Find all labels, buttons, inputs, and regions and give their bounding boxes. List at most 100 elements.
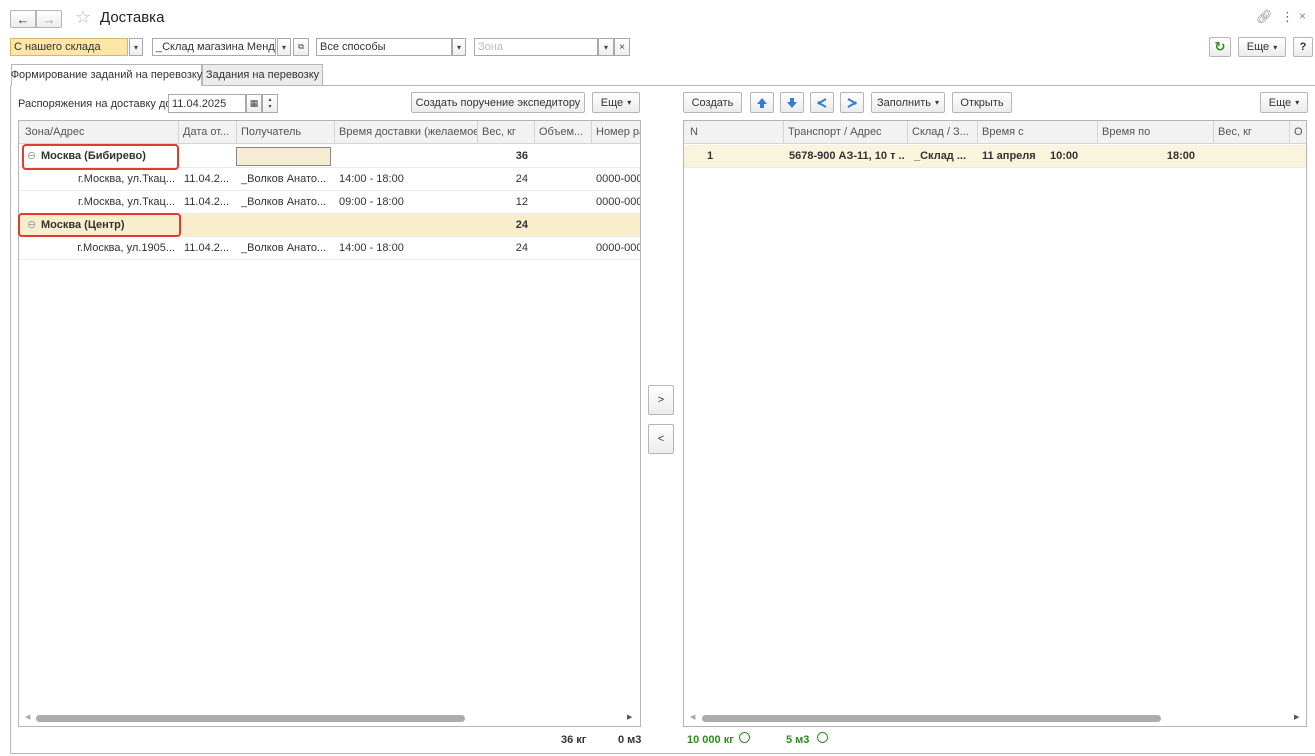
date-label: Распоряжения на доставку до:: [18, 98, 175, 110]
warehouse-select[interactable]: _Склад магазина Мендел: [152, 38, 276, 56]
move-left-label: <: [657, 433, 665, 445]
split-button[interactable]: [810, 92, 834, 113]
col-zone-address[interactable]: Зона/Адрес: [19, 121, 179, 144]
right-more-button-label: Еще: [1268, 96, 1292, 109]
arrow-left-icon: ←: [16, 11, 30, 27]
link-icon[interactable]: 🔗︎: [1256, 9, 1273, 25]
row-time-from: 10:00: [1050, 150, 1079, 162]
open-window-icon: ⧉: [298, 42, 304, 51]
row-n: 1: [707, 150, 714, 162]
col-weight[interactable]: Вес, кг: [1214, 121, 1290, 144]
forward-button[interactable]: →: [36, 10, 62, 28]
col-time-to[interactable]: Время по: [1098, 121, 1214, 144]
right-more-button[interactable]: Еще ▾: [1260, 92, 1308, 113]
tab-tasks[interactable]: Задания на перевозку: [202, 64, 323, 85]
calendar-icon: ▦: [249, 98, 259, 108]
horizontal-scrollbar[interactable]: [36, 715, 465, 722]
fill-button[interactable]: Заполнить ▾: [871, 92, 945, 113]
left-more-button[interactable]: Еще ▾: [592, 92, 640, 113]
favorite-star-icon[interactable]: ☆: [75, 7, 91, 28]
source-select-value: С нашего склада: [14, 41, 101, 53]
move-down-button[interactable]: [780, 92, 804, 113]
back-button[interactable]: ←: [10, 10, 36, 28]
row-recipient: _Волков Анато...: [241, 242, 327, 254]
col-date[interactable]: Дата от...: [179, 121, 237, 144]
help-button[interactable]: ?: [1293, 37, 1313, 57]
volume-status-icon: [817, 732, 828, 743]
calendar-button[interactable]: ▦: [246, 94, 262, 113]
tab-form-tasks-label: Формирование заданий на перевозку: [10, 69, 203, 81]
menu-dots-icon[interactable]: ⋮: [1281, 9, 1294, 25]
col-n[interactable]: N: [684, 121, 784, 144]
title-bar: ← → ☆ Доставка 🔗︎ ⋮ ×: [0, 0, 1315, 34]
row-warehouse: _Склад ...: [914, 150, 967, 162]
split-icon: [816, 97, 827, 108]
highlight-box: [18, 213, 181, 237]
warehouse-open-button[interactable]: ⧉: [293, 38, 309, 56]
row-transport: 5678-900 АЗ-11, 10 т ...: [789, 150, 905, 162]
more-button[interactable]: Еще ▾: [1238, 37, 1286, 57]
chevron-down-icon: ▾: [935, 98, 940, 107]
arrow-up-icon: [757, 97, 767, 108]
scroll-right-icon[interactable]: ▶: [627, 713, 632, 721]
selected-cell[interactable]: [236, 147, 331, 166]
horizontal-scrollbar[interactable]: [702, 715, 1161, 722]
warehouse-select-value: _Склад магазина Мендел: [156, 41, 276, 53]
row-date: 11.04.2...: [184, 242, 230, 254]
right-footer-weight: 10 000 кг: [687, 734, 734, 746]
row-number: 0000-000: [596, 173, 641, 185]
col-recipient[interactable]: Получатель: [237, 121, 335, 144]
col-volume[interactable]: Объем...: [535, 121, 592, 144]
date-input[interactable]: 11.04.2025: [168, 94, 246, 113]
date-stepper[interactable]: ▴ ▾: [262, 94, 278, 113]
col-warehouse[interactable]: Склад / З...: [908, 121, 978, 144]
merge-button[interactable]: [840, 92, 864, 113]
source-dropdown-button[interactable]: ▾: [129, 38, 143, 56]
source-select[interactable]: С нашего склада: [10, 38, 128, 56]
refresh-button[interactable]: ↻: [1209, 37, 1231, 57]
chevron-down-icon: ▾: [627, 98, 632, 107]
step-down-icon: ▾: [268, 103, 272, 110]
chevron-down-icon: ▾: [1295, 98, 1300, 107]
open-button[interactable]: Открыть: [952, 92, 1012, 113]
deliveries-table-header: Зона/Адрес Дата от... Получатель Время д…: [19, 121, 640, 144]
zone-placeholder: Зона: [478, 41, 503, 53]
col-weight[interactable]: Вес, кг: [478, 121, 535, 144]
chevron-down-icon: ▾: [133, 42, 138, 52]
table-row[interactable]: г.Москва, ул.Ткац... 11.04.2... _Волков …: [19, 168, 640, 191]
row-address: г.Москва, ул.Ткац...: [77, 196, 175, 208]
open-button-label: Открыть: [960, 96, 1004, 109]
col-time-from[interactable]: Время с: [978, 121, 1098, 144]
col-transport[interactable]: Транспорт / Адрес: [784, 121, 908, 144]
warehouse-dropdown-button[interactable]: ▾: [277, 38, 291, 56]
create-button[interactable]: Создать: [683, 92, 742, 113]
highlight-box: [22, 144, 179, 170]
method-dropdown-button[interactable]: ▾: [452, 38, 466, 56]
tasks-table[interactable]: N Транспорт / Адрес Склад / З... Время с…: [683, 120, 1307, 727]
col-number[interactable]: Номер ра: [592, 121, 640, 144]
tab-form-tasks[interactable]: Формирование заданий на перевозку: [11, 64, 202, 86]
close-icon[interactable]: ×: [1299, 9, 1306, 23]
move-up-button[interactable]: [750, 92, 774, 113]
table-row[interactable]: 1 5678-900 АЗ-11, 10 т ... _Склад ... 11…: [684, 145, 1306, 168]
move-right-button[interactable]: >: [648, 385, 674, 415]
zone-clear-button[interactable]: ×: [614, 38, 630, 56]
method-select[interactable]: Все способы: [316, 38, 452, 56]
row-number: 0000-000: [596, 242, 641, 254]
page-title: Доставка: [100, 9, 165, 26]
col-delivery-time[interactable]: Время доставки (желаемое): [335, 121, 478, 144]
deliveries-table[interactable]: Зона/Адрес Дата от... Получатель Время д…: [18, 120, 641, 727]
zone-dropdown-button[interactable]: ▾: [598, 38, 614, 56]
scroll-left-icon[interactable]: ◀: [690, 713, 695, 721]
scroll-right-icon[interactable]: ▶: [1294, 713, 1299, 721]
row-recipient: _Волков Анато...: [241, 173, 327, 185]
row-address: г.Москва, ул.1905...: [77, 242, 175, 254]
move-left-button[interactable]: <: [648, 424, 674, 454]
zone-input[interactable]: Зона: [474, 38, 598, 56]
scroll-left-icon[interactable]: ◀: [25, 713, 30, 721]
table-row[interactable]: г.Москва, ул.1905... 11.04.2... _Волков …: [19, 237, 640, 260]
create-order-button[interactable]: Создать поручение экспедитору: [411, 92, 585, 113]
col-extra[interactable]: О: [1290, 121, 1306, 144]
arrow-down-icon: [787, 97, 797, 108]
table-row[interactable]: г.Москва, ул.Ткац... 11.04.2... _Волков …: [19, 191, 640, 214]
